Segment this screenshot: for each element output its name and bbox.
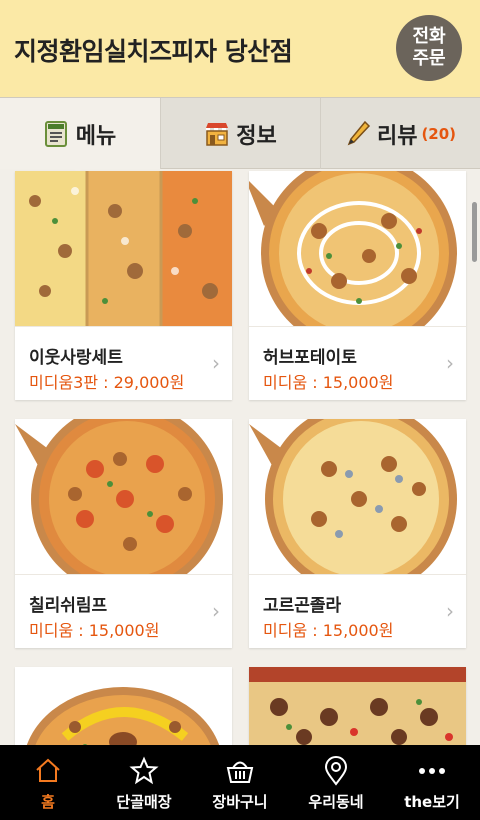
tab-review-label: 리뷰: [376, 123, 418, 149]
nav-neighborhood-label: 우리동네: [308, 793, 364, 811]
basket-icon: [226, 761, 254, 783]
nav-neighborhood[interactable]: 우리동네: [288, 745, 384, 820]
nav-cart-label: 장바구니: [212, 793, 268, 811]
gorgonzola-pizza-photo: [249, 419, 466, 574]
menu-item-card[interactable]: 이웃사랑세트 미디움3판 : 29,000원 ›: [15, 171, 232, 400]
tab-info-label: 정보: [236, 123, 277, 149]
tab-bar: 메뉴 정보 리뷰 (20): [0, 97, 480, 169]
phone-order-label-1: 전화: [412, 26, 446, 47]
menu-item-card[interactable]: 고르곤졸라 미디움 : 15,000원 ›: [249, 419, 466, 648]
menu-item-info: 이웃사랑세트 미디움3판 : 29,000원 ›: [15, 326, 232, 400]
tab-review[interactable]: 리뷰 (20): [320, 98, 480, 169]
star-icon: [129, 756, 159, 785]
menu-board-icon: [44, 120, 67, 147]
bottom-navigation: 홈 단골매장 장바구니 우리동네 the보기: [0, 745, 480, 820]
menu-item-price: 미디움 : 15,000원: [263, 621, 394, 640]
chevron-right-icon: ›: [446, 351, 454, 375]
scrollbar-thumb[interactable]: [472, 202, 477, 262]
store-icon: [206, 122, 229, 146]
more-dots-icon: [419, 768, 445, 774]
menu-item-name: 허브포테이토: [263, 348, 357, 368]
home-icon: [36, 758, 60, 782]
menu-item-name: 고르곤졸라: [263, 596, 342, 616]
menu-item-card[interactable]: 칠리쉬림프 미디움 : 15,000원 ›: [15, 419, 232, 648]
tab-menu[interactable]: 메뉴: [0, 98, 160, 169]
menu-item-info: 허브포테이토 미디움 : 15,000원 ›: [249, 326, 466, 400]
phone-order-label-2: 주문: [412, 48, 446, 69]
chevron-right-icon: ›: [212, 599, 220, 623]
nav-more[interactable]: the보기: [384, 745, 480, 820]
menu-item-price: 미디움 : 15,000원: [263, 373, 394, 392]
pencil-icon: [347, 120, 370, 145]
nav-home[interactable]: 홈: [0, 745, 96, 820]
nav-favorites[interactable]: 단골매장: [96, 745, 192, 820]
app-header: 지정환임실치즈피자 당산점 전화 주문: [0, 0, 480, 97]
nav-cart[interactable]: 장바구니: [192, 745, 288, 820]
phone-order-button[interactable]: 전화 주문: [396, 15, 462, 81]
tab-info[interactable]: 정보: [160, 98, 320, 169]
menu-item-price: 미디움 : 15,000원: [29, 621, 160, 640]
menu-item-card[interactable]: 허브포테이토 미디움 : 15,000원 ›: [249, 171, 466, 400]
menu-item-name: 이웃사랑세트: [29, 348, 123, 368]
nav-favorites-label: 단골매장: [116, 793, 172, 811]
chevron-right-icon: ›: [212, 351, 220, 375]
chili-shrimp-pizza-photo: [15, 419, 232, 574]
tab-menu-label: 메뉴: [75, 123, 117, 149]
nav-more-label: the보기: [404, 793, 460, 811]
store-title: 지정환임실치즈피자 당산점: [14, 37, 293, 66]
menu-item-info: 고르곤졸라 미디움 : 15,000원 ›: [249, 574, 466, 648]
pizza-set-photo: [15, 171, 232, 326]
menu-item-name: 칠리쉬림프: [29, 596, 108, 616]
herb-potato-pizza-photo: [249, 171, 466, 326]
chevron-right-icon: ›: [446, 599, 454, 623]
nav-home-label: 홈: [41, 793, 55, 811]
map-pin-icon: [324, 756, 348, 786]
menu-item-info: 칠리쉬림프 미디움 : 15,000원 ›: [15, 574, 232, 648]
menu-item-price: 미디움3판 : 29,000원: [29, 373, 185, 392]
review-count-badge: (20): [421, 124, 457, 143]
